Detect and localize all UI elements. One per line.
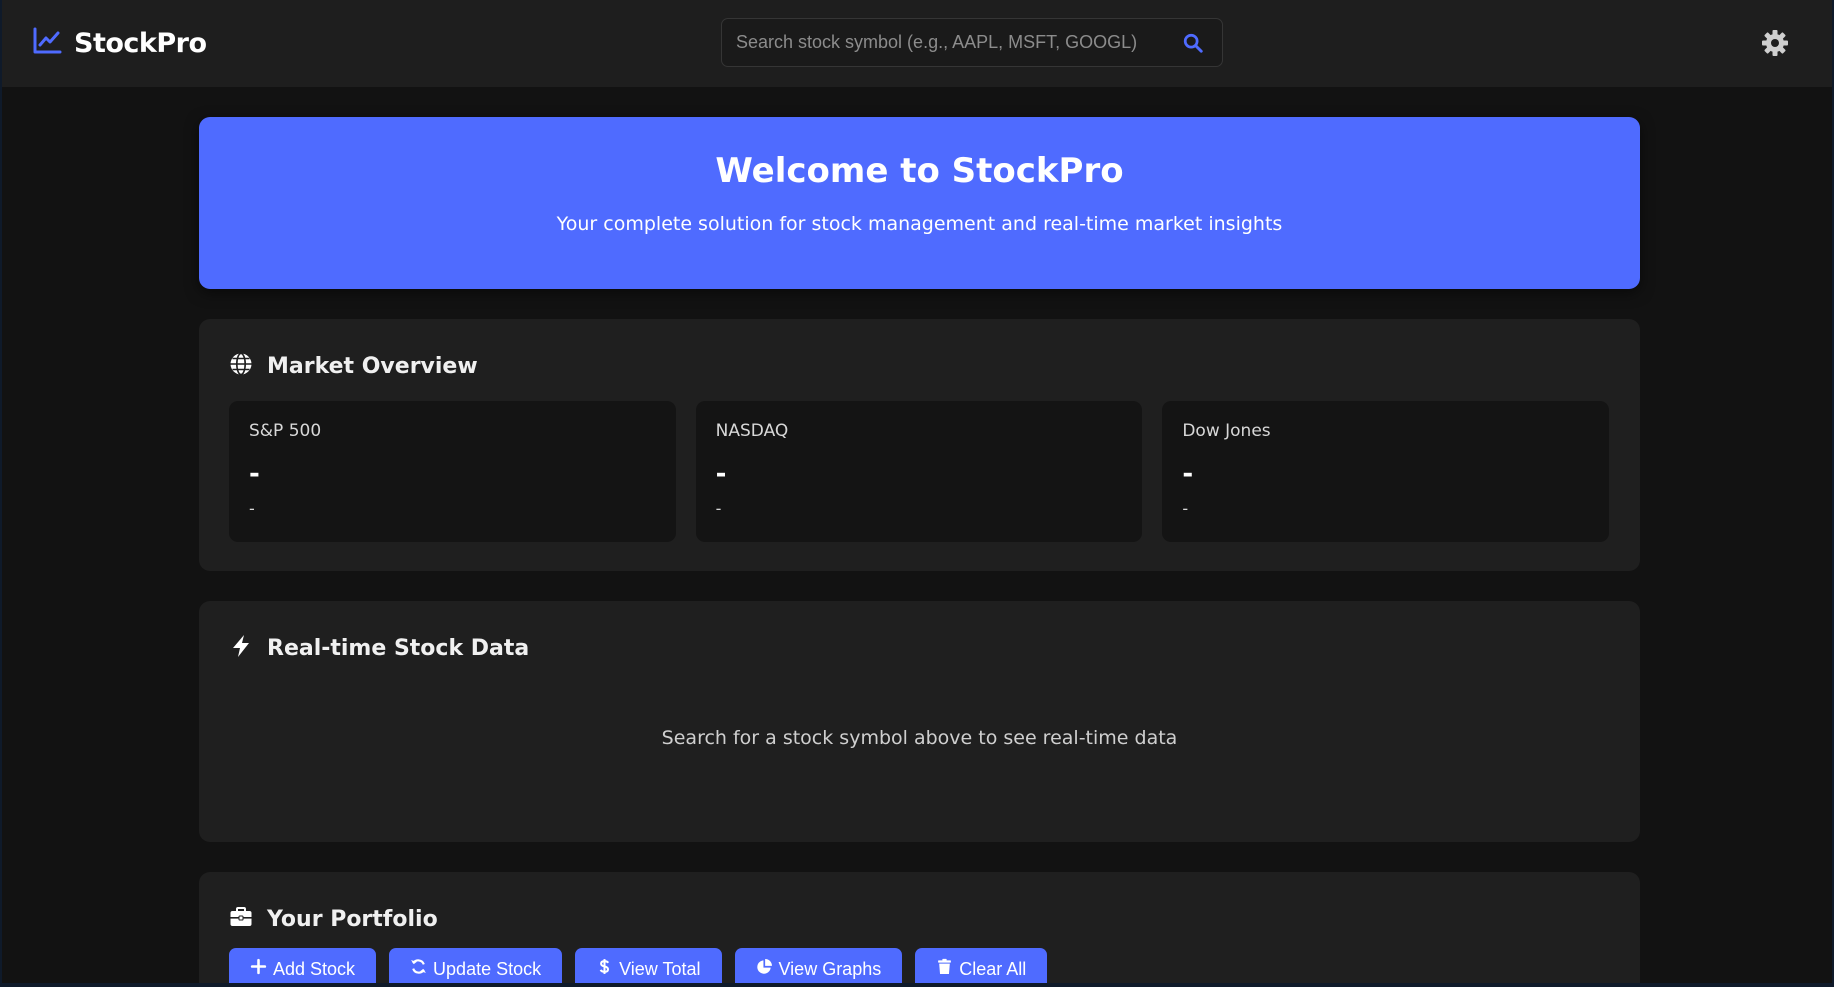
- portfolio-panel: Your Portfolio Add Stock Update Stock Vi…: [199, 872, 1640, 983]
- update-stock-button[interactable]: Update Stock: [389, 948, 563, 983]
- market-overview-panel: Market Overview S&P 500 - - NASDAQ - - D…: [199, 319, 1640, 571]
- brand-name: StockPro: [74, 27, 207, 59]
- portfolio-title: Your Portfolio: [267, 907, 438, 932]
- index-name: NASDAQ: [715, 421, 789, 441]
- realtime-stock-panel: Real-time Stock Data Search for a stock …: [199, 601, 1640, 842]
- view-total-label: View Total: [619, 958, 701, 979]
- index-name: Dow Jones: [1182, 421, 1271, 441]
- realtime-empty-message: Search for a stock symbol above to see r…: [661, 727, 1178, 749]
- portfolio-header: Your Portfolio: [229, 905, 438, 934]
- app-frame: StockPro Search stock symbol (e.g., AAPL…: [2, 0, 1832, 983]
- chart-line-icon: [32, 26, 62, 61]
- brand-logo[interactable]: StockPro: [32, 26, 207, 60]
- clear-all-button[interactable]: Clear All: [915, 948, 1048, 983]
- realtime-title: Real-time Stock Data: [267, 636, 530, 661]
- clear-all-label: Clear All: [959, 958, 1027, 979]
- market-overview-title: Market Overview: [267, 354, 478, 379]
- index-card-dow-jones: Dow Jones - -: [1162, 401, 1610, 542]
- market-overview-header: Market Overview: [229, 352, 478, 381]
- welcome-banner: Welcome to StockPro Your complete soluti…: [199, 117, 1640, 289]
- view-graphs-label: View Graphs: [778, 958, 882, 979]
- market-index-cards: S&P 500 - - NASDAQ - - Dow Jones - -: [229, 401, 1610, 542]
- search-bar: [721, 18, 1223, 67]
- index-change: -: [1182, 499, 1189, 518]
- index-value: -: [249, 459, 260, 489]
- view-total-button[interactable]: View Total: [575, 948, 722, 983]
- index-change: -: [249, 499, 255, 518]
- sync-icon: [410, 958, 427, 980]
- welcome-subtitle: Your complete solution for stock managem…: [556, 213, 1283, 235]
- dollar-icon: [596, 958, 613, 980]
- add-stock-button[interactable]: Add Stock: [229, 948, 377, 983]
- welcome-title: Welcome to StockPro: [715, 151, 1124, 191]
- index-name: S&P 500: [249, 421, 322, 441]
- index-card-sp500: S&P 500 - -: [229, 401, 676, 542]
- realtime-header: Real-time Stock Data: [229, 634, 529, 663]
- gear-icon[interactable]: [1760, 28, 1790, 58]
- bolt-icon: [229, 634, 253, 663]
- globe-icon: [229, 352, 253, 381]
- top-navbar: StockPro: [2, 0, 1832, 87]
- update-stock-label: Update Stock: [433, 958, 542, 979]
- view-graphs-button[interactable]: View Graphs: [734, 948, 903, 983]
- pie-chart-icon: [756, 958, 773, 980]
- plus-icon: [250, 958, 267, 980]
- search-input[interactable]: [736, 19, 1156, 66]
- trash-icon: [936, 958, 953, 980]
- index-change: -: [715, 499, 722, 518]
- briefcase-icon: [229, 905, 253, 934]
- add-stock-label: Add Stock: [273, 958, 356, 979]
- portfolio-actions: Add Stock Update Stock View Total View G…: [229, 948, 1048, 983]
- index-value: -: [1182, 459, 1194, 489]
- index-card-nasdaq: NASDAQ - -: [695, 401, 1143, 542]
- search-icon[interactable]: [1180, 30, 1206, 56]
- index-value: -: [715, 459, 727, 489]
